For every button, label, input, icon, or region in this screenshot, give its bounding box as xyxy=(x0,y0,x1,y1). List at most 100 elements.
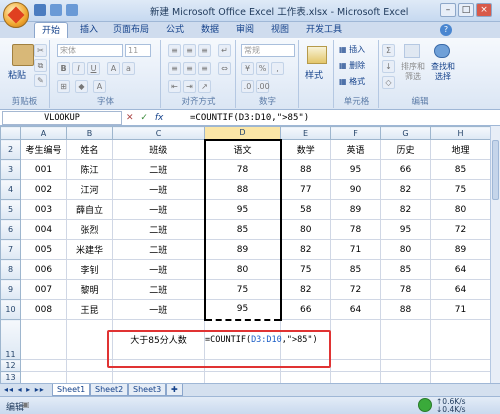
style-button[interactable]: 样式 xyxy=(305,68,323,81)
cell[interactable]: 72 xyxy=(330,279,381,300)
indent-increase-icon[interactable]: ⇥ xyxy=(183,80,196,93)
cell[interactable]: 58 xyxy=(280,199,331,220)
undo-icon[interactable] xyxy=(50,4,62,16)
style-icon[interactable] xyxy=(307,46,327,64)
sort-filter-button[interactable]: 排序和 筛选 xyxy=(398,62,428,82)
align-right-icon[interactable]: ≡ xyxy=(198,62,211,75)
cell[interactable]: 江河 xyxy=(66,179,113,200)
copy-icon[interactable]: ⧉ xyxy=(34,59,47,72)
orientation-icon[interactable]: ↗ xyxy=(198,80,211,93)
tab-developer[interactable]: 开发工具 xyxy=(302,22,346,38)
cell[interactable]: 89 xyxy=(330,199,381,220)
cell[interactable] xyxy=(430,319,491,360)
format-painter-icon[interactable]: ✎ xyxy=(34,74,47,87)
column-header[interactable]: A xyxy=(20,126,67,140)
tab-data[interactable]: 数据 xyxy=(195,22,225,38)
cell[interactable]: 英语 xyxy=(330,139,381,160)
cell[interactable]: 004 xyxy=(20,219,67,240)
cell[interactable]: 71 xyxy=(430,299,491,320)
cell[interactable]: 95 xyxy=(330,159,381,180)
grow-font-icon[interactable]: A xyxy=(107,62,120,75)
cell[interactable]: 考生编号 xyxy=(20,139,67,160)
cell[interactable] xyxy=(380,319,431,360)
cell[interactable]: 数学 xyxy=(280,139,331,160)
shrink-font-icon[interactable]: a xyxy=(122,62,135,75)
column-header[interactable]: G xyxy=(380,126,431,140)
cell[interactable]: 89 xyxy=(203,239,282,260)
comma-icon[interactable]: , xyxy=(271,62,284,75)
tab-review[interactable]: 审阅 xyxy=(230,22,260,38)
cell[interactable]: 95 xyxy=(380,219,431,240)
find-select-icon[interactable] xyxy=(434,44,450,58)
merge-icon[interactable]: ⇔ xyxy=(218,62,231,75)
cell[interactable]: 006 xyxy=(20,259,67,280)
cell[interactable]: 二班 xyxy=(112,219,205,240)
cell[interactable]: 薛自立 xyxy=(66,199,113,220)
help-icon[interactable]: ? xyxy=(440,24,452,36)
cell[interactable]: 一班 xyxy=(112,199,205,220)
cell[interactable]: 64 xyxy=(330,299,381,320)
row-header[interactable]: 7 xyxy=(0,239,21,260)
row-header[interactable]: 10 xyxy=(0,299,21,320)
cell[interactable]: 80 xyxy=(280,219,331,240)
cell[interactable]: 78 xyxy=(380,279,431,300)
close-button[interactable]: × xyxy=(476,3,492,17)
sheet-nav-arrows[interactable]: ◂◂ ◂ ▸ ▸▸ xyxy=(4,385,45,394)
column-header[interactable]: D xyxy=(204,126,281,140)
cell[interactable]: 64 xyxy=(430,259,491,280)
cell[interactable] xyxy=(20,319,67,360)
italic-button[interactable]: I xyxy=(72,62,85,75)
cell[interactable]: 66 xyxy=(280,299,331,320)
cell[interactable]: 85 xyxy=(203,219,282,240)
cell[interactable]: 95 xyxy=(203,299,282,321)
percent-icon[interactable]: % xyxy=(256,62,269,75)
cell[interactable]: 64 xyxy=(430,279,491,300)
align-center-icon[interactable]: ≡ xyxy=(183,62,196,75)
cell[interactable]: 历史 xyxy=(380,139,431,160)
column-header[interactable]: E xyxy=(280,126,331,140)
cell[interactable]: 80 xyxy=(203,259,282,280)
paste-button[interactable]: 粘贴 xyxy=(8,68,26,81)
minimize-button[interactable]: – xyxy=(440,3,456,17)
maximize-button[interactable]: □ xyxy=(458,3,474,17)
tab-page-layout[interactable]: 页面布局 xyxy=(108,22,154,38)
font-name-select[interactable]: 宋体 xyxy=(57,44,123,57)
cell[interactable]: 语文 xyxy=(203,138,282,160)
cell[interactable]: 班级 xyxy=(112,139,205,160)
cell[interactable]: 77 xyxy=(280,179,331,200)
row-header[interactable]: 12 xyxy=(0,359,21,372)
insert-button[interactable]: ▦ 插入 xyxy=(339,44,365,55)
wrap-text-icon[interactable]: ↵ xyxy=(218,44,231,57)
tab-view[interactable]: 视图 xyxy=(265,22,295,38)
cell[interactable]: 90 xyxy=(330,179,381,200)
paste-icon[interactable] xyxy=(12,44,34,66)
cell[interactable]: 008 xyxy=(20,299,67,320)
office-button[interactable] xyxy=(3,2,29,28)
cell[interactable]: 85 xyxy=(330,259,381,280)
cell[interactable]: 003 xyxy=(20,199,67,220)
bold-button[interactable]: B xyxy=(57,62,70,75)
new-sheet-icon[interactable]: ✚ xyxy=(166,384,183,396)
fill-color-icon[interactable]: ◆ xyxy=(75,80,88,93)
cell[interactable]: 85 xyxy=(430,159,491,180)
border-icon[interactable]: ⊞ xyxy=(57,80,70,93)
cell[interactable]: 78 xyxy=(203,159,282,180)
cell[interactable]: 一班 xyxy=(112,299,205,320)
cut-icon[interactable]: ✂ xyxy=(34,44,47,57)
sheet-tab-1[interactable]: Sheet1 xyxy=(52,384,91,396)
fx-icon[interactable]: fx xyxy=(155,113,164,123)
tab-formulas[interactable]: 公式 xyxy=(160,22,190,38)
cell[interactable] xyxy=(66,319,113,360)
row-header[interactable]: 8 xyxy=(0,259,21,280)
cell[interactable]: 002 xyxy=(20,179,67,200)
font-size-select[interactable]: 11 xyxy=(125,44,151,57)
cell[interactable]: 李钊 xyxy=(66,259,113,280)
decrease-decimal-icon[interactable]: .00 xyxy=(256,80,270,93)
cell[interactable]: 72 xyxy=(430,219,491,240)
cell[interactable]: 75 xyxy=(203,279,282,300)
formula-input[interactable]: =COUNTIF(D3:D10,">85") xyxy=(190,111,490,125)
clear-icon[interactable]: ◇ xyxy=(382,76,395,89)
cell[interactable]: 007 xyxy=(20,279,67,300)
cell[interactable]: 王昆 xyxy=(66,299,113,320)
cell[interactable]: 82 xyxy=(380,199,431,220)
